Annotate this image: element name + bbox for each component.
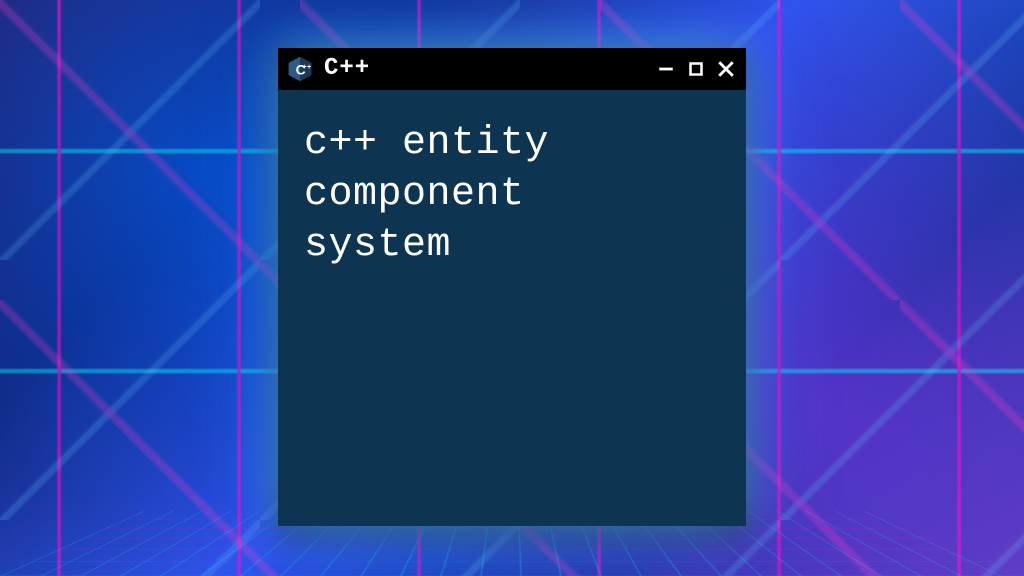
client-area: c++ entity component system	[278, 90, 746, 526]
cpp-logo-icon: C + +	[286, 55, 314, 83]
svg-text:+: +	[303, 64, 307, 71]
content-text: c++ entity component system	[304, 118, 720, 272]
window-controls	[656, 59, 736, 79]
app-window: C + + C++ c++ entity component system	[278, 48, 746, 526]
window-title: C++	[324, 55, 370, 84]
close-button[interactable]	[716, 59, 736, 79]
svg-text:+: +	[307, 64, 311, 71]
minimize-button[interactable]	[656, 59, 676, 79]
titlebar[interactable]: C + + C++	[278, 48, 746, 90]
maximize-button[interactable]	[686, 59, 706, 79]
